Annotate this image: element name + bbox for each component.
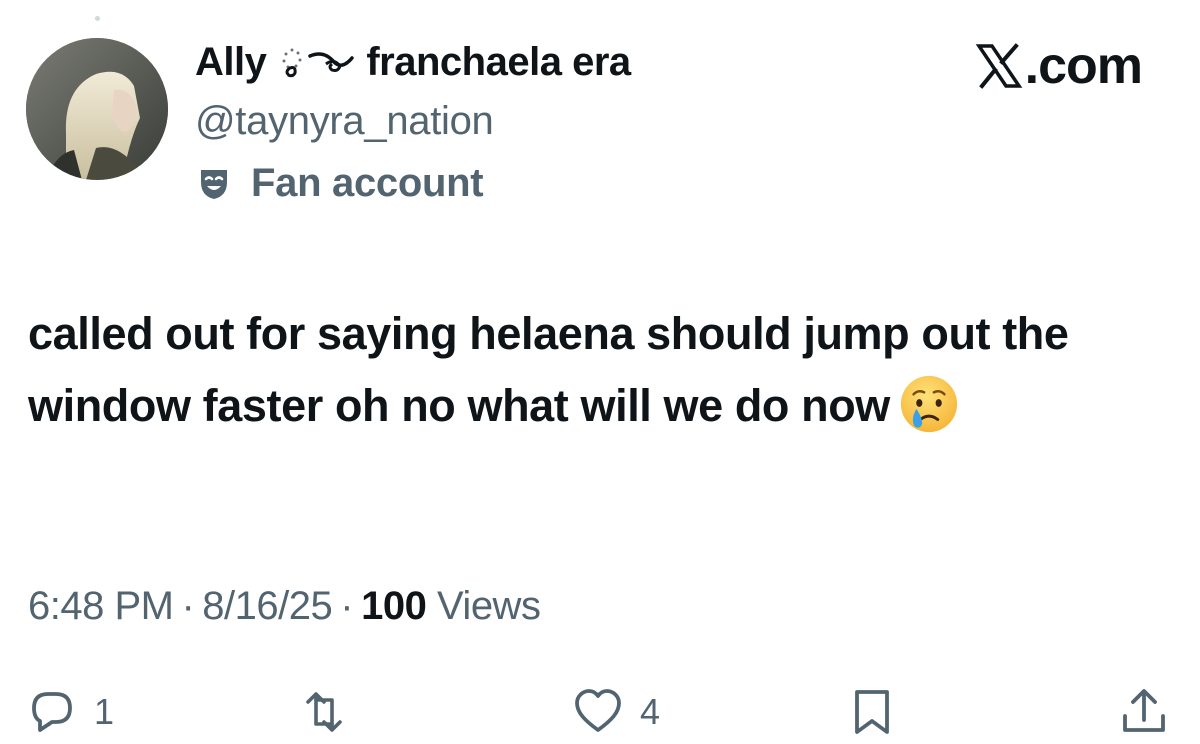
x-logo-icon xyxy=(975,43,1022,89)
top-dot xyxy=(95,16,100,21)
repost-icon xyxy=(306,692,342,732)
user-handle[interactable]: @taynyra_nation xyxy=(195,94,631,148)
dizzy-swirl-icon xyxy=(282,48,355,78)
avatar[interactable] xyxy=(26,38,168,180)
tweet-text: called out for saying helaena should jum… xyxy=(28,298,1178,442)
reply-count: 1 xyxy=(94,691,115,732)
brand-mark: .com xyxy=(975,36,1143,96)
account-label: Fan account xyxy=(195,154,631,212)
tweet-card: Ally franchaela era @taynyra_nation Fan … xyxy=(0,0,1200,744)
like-button[interactable]: 4 xyxy=(572,680,660,744)
display-name-suffix[interactable]: franchaela era xyxy=(366,40,631,85)
heart-icon xyxy=(575,689,621,732)
share-button[interactable] xyxy=(1118,680,1170,744)
views-count: 100 xyxy=(361,584,427,628)
tweet-actions: 1 4 xyxy=(0,680,1200,744)
bookmark-icon xyxy=(855,690,889,734)
display-name[interactable]: Ally xyxy=(195,40,267,85)
meta-separator: · xyxy=(181,584,195,628)
name-row: Ally franchaela era xyxy=(195,34,631,90)
tweet-header: Ally franchaela era @taynyra_nation Fan … xyxy=(195,34,631,212)
crying-face-emoji xyxy=(900,375,957,433)
reply-button[interactable]: 1 xyxy=(26,680,114,744)
meta-separator: · xyxy=(340,584,354,628)
like-count: 4 xyxy=(640,691,661,732)
bookmark-button[interactable] xyxy=(846,680,898,744)
repost-button[interactable] xyxy=(298,680,350,744)
share-icon xyxy=(1123,689,1165,732)
account-label-text: Fan account xyxy=(251,160,484,205)
tweet-time[interactable]: 6:48 PM xyxy=(28,584,174,628)
reply-icon xyxy=(32,692,72,732)
avatar-image xyxy=(26,38,168,180)
theater-mask-icon xyxy=(201,170,227,199)
tweet-date[interactable]: 8/16/25 xyxy=(202,584,332,628)
tweet-meta: 6:48 PM · 8/16/25 · 100 Views xyxy=(28,584,541,629)
brand-domain: .com xyxy=(1024,37,1143,95)
views-label: Views xyxy=(436,584,541,628)
